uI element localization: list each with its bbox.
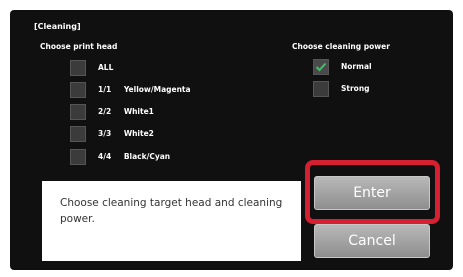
head-option-3[interactable]: 3/3 White2 bbox=[70, 125, 154, 142]
head-option-label: ALL bbox=[98, 63, 114, 72]
head-option-1[interactable]: 1/1 Yellow/Magenta bbox=[70, 81, 191, 98]
instruction-message: Choose cleaning target head and cleaning… bbox=[42, 181, 301, 261]
power-normal-checkbox[interactable] bbox=[313, 58, 329, 75]
power-strong-checkbox[interactable] bbox=[313, 80, 329, 97]
head-4-checkbox[interactable] bbox=[70, 148, 86, 165]
head-option-4[interactable]: 4/4 Black/Cyan bbox=[70, 148, 170, 165]
checkmark-icon bbox=[315, 62, 327, 71]
head-3-checkbox[interactable] bbox=[70, 125, 86, 142]
print-head-heading: Choose print head bbox=[40, 42, 118, 51]
power-option-label: Strong bbox=[341, 84, 370, 93]
head-option-label: White2 bbox=[123, 129, 154, 138]
cleaning-power-heading: Choose cleaning power bbox=[292, 42, 390, 51]
head-option-label: Yellow/Magenta bbox=[123, 85, 191, 94]
section-title: [Cleaning] bbox=[34, 22, 81, 31]
head-1-checkbox[interactable] bbox=[70, 81, 86, 98]
head-option-label: White1 bbox=[123, 107, 154, 116]
head-all-checkbox[interactable] bbox=[70, 59, 86, 76]
head-option-all[interactable]: ALL bbox=[70, 59, 113, 76]
power-option-label: Normal bbox=[341, 62, 372, 71]
power-option-strong[interactable]: Strong bbox=[313, 80, 370, 97]
power-option-normal[interactable]: Normal bbox=[313, 58, 372, 75]
head-option-number: 3/3 bbox=[98, 129, 112, 138]
head-option-number: 2/2 bbox=[98, 107, 112, 116]
head-option-label: Black/Cyan bbox=[123, 152, 171, 161]
cleaning-screen: [Cleaning] Choose print head Choose clea… bbox=[10, 10, 453, 270]
head-2-checkbox[interactable] bbox=[70, 103, 86, 120]
head-option-number: 4/4 bbox=[98, 152, 112, 161]
head-option-number: 1/1 bbox=[98, 85, 112, 94]
enter-highlight-frame bbox=[305, 160, 440, 224]
cancel-button[interactable]: Cancel bbox=[314, 224, 430, 258]
head-option-2[interactable]: 2/2 White1 bbox=[70, 103, 154, 120]
